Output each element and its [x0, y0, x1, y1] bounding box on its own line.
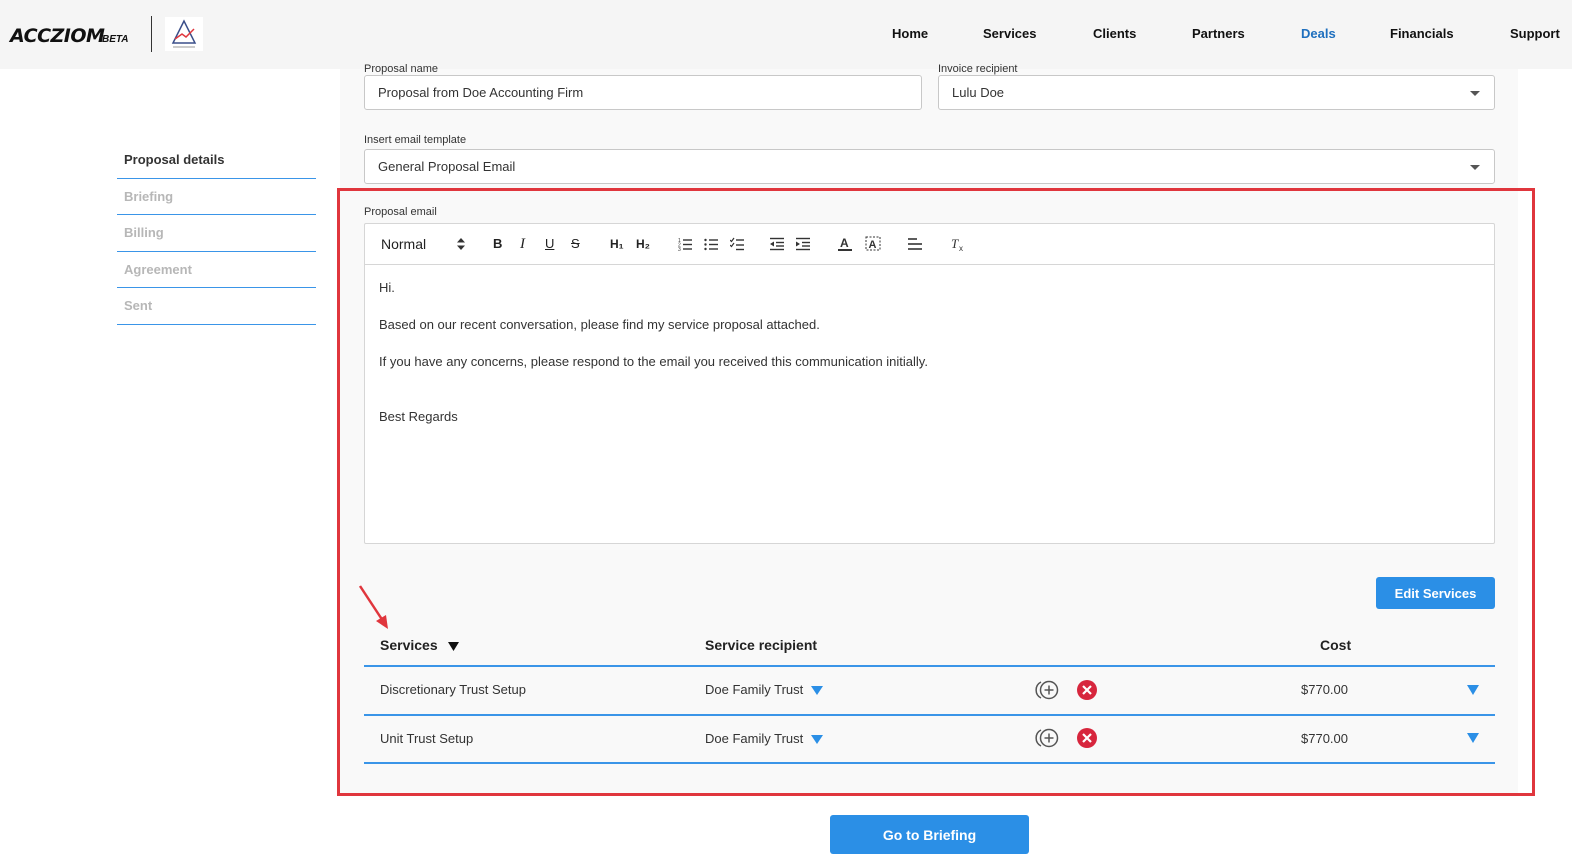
- service-name: Unit Trust Setup: [380, 731, 474, 746]
- invoice-recipient-value: Lulu Doe: [952, 85, 1005, 100]
- cost-header: Cost: [1320, 637, 1352, 653]
- step-proposal-details[interactable]: Proposal details: [117, 142, 316, 179]
- table-divider: [364, 665, 1495, 667]
- bold-icon[interactable]: B: [493, 236, 502, 252]
- expand-row-icon[interactable]: [1467, 685, 1479, 695]
- align-icon[interactable]: [908, 237, 922, 251]
- format-select[interactable]: Normal: [381, 236, 426, 252]
- table-divider: [364, 762, 1495, 764]
- edit-services-button[interactable]: Edit Services: [1376, 577, 1495, 609]
- service-cost: $770.00: [1301, 682, 1348, 697]
- services-header-label: Services: [380, 637, 438, 653]
- svg-text:T: T: [951, 236, 959, 251]
- delete-service-icon[interactable]: [1076, 727, 1098, 749]
- chevron-down-icon: [811, 686, 824, 696]
- svg-text:x: x: [959, 244, 963, 252]
- chevron-down-icon: [811, 735, 824, 745]
- chevron-down-icon: [1470, 165, 1480, 170]
- svg-text:A: A: [840, 236, 849, 250]
- service-recipient-select[interactable]: Doe Family Trust: [705, 682, 824, 697]
- table-divider: [364, 714, 1495, 716]
- updown-icon: [457, 238, 465, 250]
- step-billing[interactable]: Billing: [117, 215, 316, 252]
- bullet-list-icon[interactable]: [704, 237, 718, 251]
- service-name: Discretionary Trust Setup: [380, 682, 526, 697]
- svg-text:A: A: [869, 239, 877, 251]
- step-agreement[interactable]: Agreement: [117, 252, 316, 288]
- sort-down-icon[interactable]: [447, 641, 459, 651]
- indent-icon[interactable]: [796, 237, 810, 251]
- ordered-list-icon[interactable]: 123: [678, 237, 692, 251]
- step-briefing[interactable]: Briefing: [117, 179, 316, 215]
- service-recipient-value: Doe Family Trust: [705, 682, 804, 697]
- services-column-header[interactable]: Services: [380, 637, 459, 653]
- service-recipient-header: Service recipient: [705, 637, 818, 653]
- service-recipient-select[interactable]: Doe Family Trust: [705, 731, 824, 746]
- email-line-signoff: Best Regards: [379, 409, 458, 424]
- heading1-icon[interactable]: H₁: [610, 236, 624, 252]
- proposal-name-input[interactable]: Proposal from Doe Accounting Firm: [364, 75, 922, 110]
- proposal-steps: Proposal details Briefing Billing Agreem…: [117, 142, 316, 325]
- strikethrough-icon[interactable]: S: [571, 236, 580, 252]
- email-template-select[interactable]: General Proposal Email: [364, 149, 1495, 184]
- background-color-icon[interactable]: A: [865, 236, 881, 252]
- svg-text:3: 3: [678, 247, 681, 251]
- annotation-arrow-icon: [358, 585, 388, 629]
- proposal-email-label: Proposal email: [364, 206, 437, 218]
- service-recipient-value: Doe Family Trust: [705, 731, 804, 746]
- service-cost: $770.00: [1301, 731, 1348, 746]
- go-to-briefing-button[interactable]: Go to Briefing: [830, 815, 1029, 854]
- format-select-value: Normal: [381, 236, 427, 252]
- email-template-value: General Proposal Email: [378, 159, 516, 174]
- invoice-recipient-select[interactable]: Lulu Doe: [938, 75, 1495, 110]
- clear-format-icon[interactable]: T x: [951, 236, 967, 252]
- editor-toolbar: Normal B I U S H₁ H₂ 123 A A T x: [365, 224, 1494, 265]
- heading2-icon[interactable]: H₂: [636, 236, 650, 252]
- add-service-icon[interactable]: [1035, 727, 1060, 749]
- italic-icon[interactable]: I: [520, 236, 525, 252]
- email-line-body-1: Based on our recent conversation, please…: [379, 317, 820, 332]
- step-sent[interactable]: Sent: [117, 288, 316, 325]
- email-line-body-2: If you have any concerns, please respond…: [379, 354, 928, 369]
- expand-row-icon[interactable]: [1467, 733, 1479, 743]
- text-color-icon[interactable]: A: [838, 236, 852, 252]
- header-overlap: [0, 0, 1572, 69]
- email-template-label: Insert email template: [364, 134, 467, 146]
- outdent-icon[interactable]: [770, 237, 784, 251]
- email-line-greeting: Hi.: [379, 280, 395, 295]
- proposal-email-editor[interactable]: Normal B I U S H₁ H₂ 123 A A T x Hi. Bas…: [364, 223, 1495, 544]
- add-service-icon[interactable]: [1035, 679, 1060, 701]
- checklist-icon[interactable]: [730, 237, 744, 251]
- underline-icon[interactable]: U: [545, 236, 554, 252]
- chevron-down-icon: [1470, 91, 1480, 96]
- proposal-name-value: Proposal from Doe Accounting Firm: [378, 85, 584, 100]
- delete-service-icon[interactable]: [1076, 679, 1098, 701]
